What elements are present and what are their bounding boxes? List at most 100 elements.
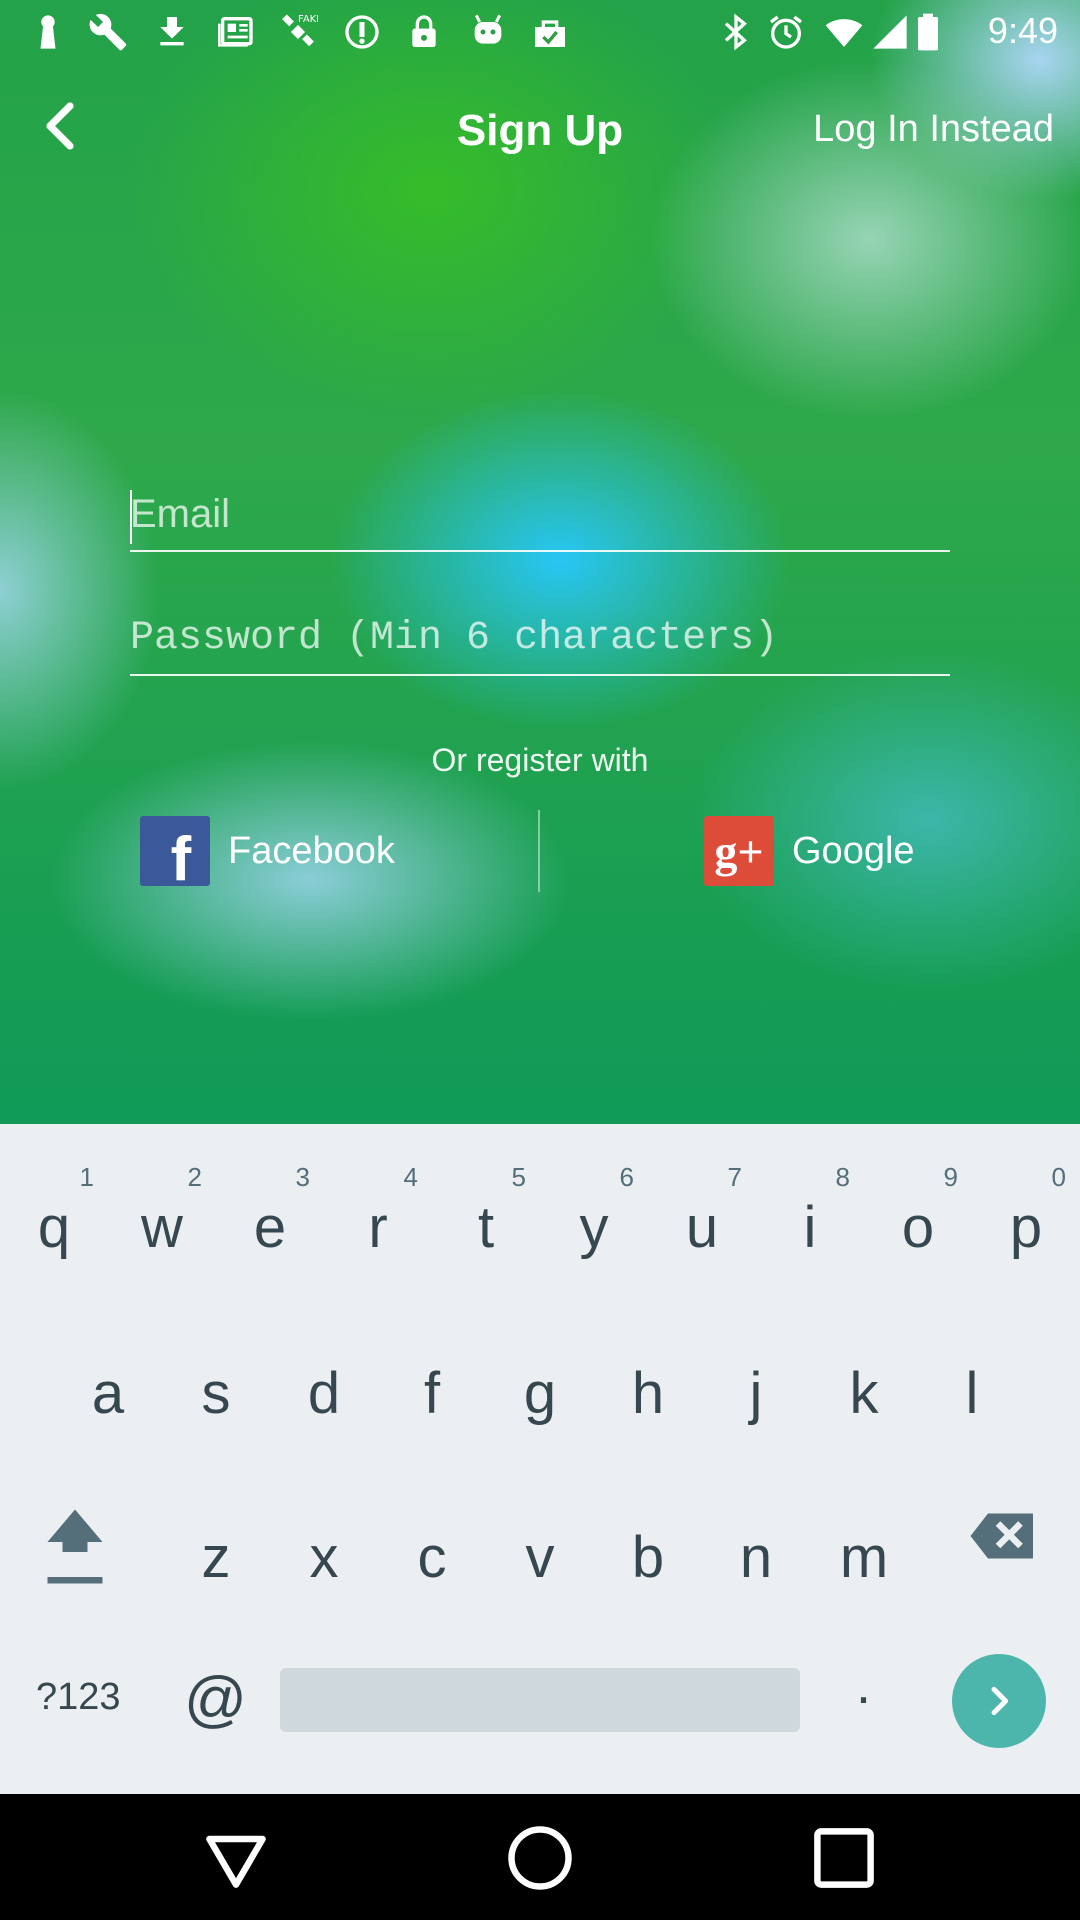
key-number-hint: 4 [403, 1162, 418, 1192]
key-label: w [141, 1195, 183, 1260]
facebook-icon: f [140, 816, 210, 894]
key-label: n [739, 1525, 773, 1590]
clock: 9:49 [987, 10, 1058, 51]
facebook-label: Facebook [228, 829, 395, 872]
key[interactable]: c [378, 1474, 486, 1624]
alarm-icon [770, 15, 802, 49]
cell-signal-icon [873, 15, 907, 49]
key[interactable]: 8i [756, 1144, 864, 1294]
key[interactable]: 6y [540, 1144, 648, 1294]
key-number-hint: 6 [619, 1162, 634, 1192]
home-circle-icon[interactable] [502, 1820, 578, 1896]
info-icon [345, 15, 379, 49]
back-triangle-icon[interactable] [198, 1820, 274, 1896]
key-number-hint: 9 [943, 1162, 958, 1192]
backspace-key-icon[interactable] [968, 1506, 1038, 1566]
key[interactable]: s [162, 1310, 270, 1460]
facebook-register-button[interactable]: f Facebook [140, 816, 395, 894]
key[interactable]: n [702, 1474, 810, 1624]
key[interactable]: j [702, 1310, 810, 1460]
key[interactable]: x [270, 1474, 378, 1624]
key[interactable]: 0p [972, 1144, 1080, 1294]
key[interactable]: d [270, 1310, 378, 1460]
key-label: v [525, 1525, 555, 1590]
key[interactable]: h [594, 1310, 702, 1460]
email-field-container [130, 482, 950, 552]
key-label: k [849, 1361, 879, 1426]
bluetooth-icon [724, 13, 747, 51]
key-label: d [307, 1361, 341, 1426]
key-number-hint: 3 [295, 1162, 310, 1192]
next-key[interactable] [952, 1654, 1046, 1748]
key-label: q [37, 1195, 71, 1260]
password-field-container [130, 606, 950, 676]
log-in-instead-link[interactable]: Log In Instead [813, 108, 1054, 151]
key-number-hint: 7 [727, 1162, 742, 1192]
key[interactable]: l [918, 1310, 1026, 1460]
social-divider [538, 810, 540, 892]
key-label: z [201, 1525, 231, 1590]
key[interactable]: v [486, 1474, 594, 1624]
key[interactable]: 1q [0, 1144, 108, 1294]
signup-screen: FAKE 9:49 Sign Up Log In Instead Or regi… [0, 0, 1080, 1124]
key[interactable]: m [810, 1474, 918, 1624]
key-label: a [91, 1361, 125, 1426]
recents-square-icon[interactable] [806, 1820, 882, 1896]
key-label: y [579, 1195, 609, 1260]
google-register-button[interactable]: g+ Google [704, 816, 915, 886]
key-label: g [523, 1361, 557, 1426]
key-label: j [749, 1361, 763, 1426]
key-label: r [368, 1195, 388, 1260]
key-number-hint: 2 [187, 1162, 202, 1192]
key[interactable]: g [486, 1310, 594, 1460]
key-label: m [839, 1525, 889, 1590]
shift-key-icon[interactable] [40, 1502, 110, 1592]
satellite-icon: FAKE [282, 14, 318, 47]
or-register-with-text: Or register with [431, 742, 649, 778]
google-label: Google [792, 829, 915, 872]
key-number-hint: 0 [1051, 1162, 1066, 1192]
email-input[interactable] [130, 482, 950, 546]
google-plus-icon: g+ [704, 816, 774, 886]
system-nav-bar [0, 1794, 1080, 1920]
lock-icon [412, 15, 436, 47]
key[interactable]: 3e [216, 1144, 324, 1294]
at-key[interactable]: @ [184, 1664, 247, 1735]
symbols-key[interactable]: ?123 [36, 1676, 121, 1719]
key[interactable]: 5t [432, 1144, 540, 1294]
key[interactable]: f [378, 1310, 486, 1460]
space-key[interactable] [280, 1668, 800, 1732]
key-label: s [201, 1361, 231, 1426]
key[interactable]: 7u [648, 1144, 756, 1294]
key[interactable]: 9o [864, 1144, 972, 1294]
keyhole-icon [40, 15, 56, 49]
key-label: t [477, 1195, 495, 1260]
wifi-signal-icon [825, 19, 863, 47]
key-label: h [631, 1361, 665, 1426]
key[interactable]: b [594, 1474, 702, 1624]
text-cursor [130, 490, 132, 544]
status-bar: FAKE 9:49 [0, 0, 1080, 64]
soft-keyboard: 1q2w3e4r5t6y7u8i9o0p asdfghjkl zxcvbnm ?… [0, 1124, 1080, 1794]
key-label: e [253, 1195, 287, 1260]
key[interactable]: 4r [324, 1144, 432, 1294]
battery-icon [918, 13, 938, 51]
key-label: f [423, 1361, 441, 1426]
key-number-hint: 5 [511, 1162, 526, 1192]
key-label: l [965, 1361, 979, 1426]
key-label: b [631, 1525, 665, 1590]
key-number-hint: 1 [79, 1162, 94, 1192]
svg-text:FAKE: FAKE [298, 14, 318, 25]
key[interactable]: z [162, 1474, 270, 1624]
chevron-right-icon [991, 1686, 1009, 1716]
key[interactable]: 2w [108, 1144, 216, 1294]
password-input[interactable] [130, 606, 950, 670]
key[interactable]: a [54, 1310, 162, 1460]
android-icon [474, 14, 502, 44]
key-label: p [1009, 1195, 1043, 1260]
key-label: c [417, 1525, 447, 1590]
period-key[interactable]: . [856, 1654, 871, 1716]
key-label: u [685, 1195, 719, 1260]
download-icon [160, 17, 184, 46]
key[interactable]: k [810, 1310, 918, 1460]
